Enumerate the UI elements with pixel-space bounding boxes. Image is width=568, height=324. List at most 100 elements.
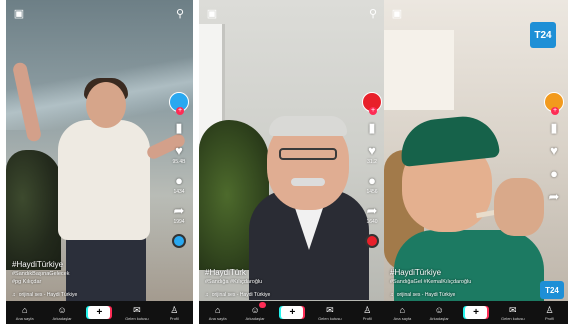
follow-plus-icon[interactable]: + xyxy=(551,107,559,115)
live-icon[interactable]: ▣ xyxy=(205,6,219,20)
video-panel-1[interactable]: ▣ ⚲ + ▮ ♥ 95.4B ● 1434 ➦ 1994 #HaydiTürkiye… xyxy=(6,0,193,324)
caption-line: #pg Kılıçdar xyxy=(12,279,42,285)
nav-label: Profil xyxy=(545,315,555,321)
bottom-nav: ⌂ Ana sayfa ☺ Arkadaşlar + ✉ Gelen kutusu ♙… xyxy=(199,301,386,324)
t24-logo: T24 xyxy=(530,22,556,48)
like-action[interactable]: ♥ 95.4B xyxy=(172,143,186,166)
nav-label: Ana sayfa xyxy=(15,315,34,321)
share-action[interactable]: ➦ xyxy=(549,190,560,204)
music-note-icon: ♫ xyxy=(12,292,16,298)
action-rail: + ▮ ♥ 95.4B ● 1434 ➦ 1994 xyxy=(169,92,189,248)
nav-inbox[interactable]: ✉ Gelen kutusu xyxy=(315,305,345,321)
creator-avatar[interactable]: + xyxy=(362,92,382,115)
caption-line: #SandıkBaşınaGelecek xyxy=(12,271,70,277)
video-panel-3[interactable]: ▣ T24 + ▮ ♥ ● ➦ #HaydiTürkiye #SandığaGe… xyxy=(384,0,568,324)
bottom-nav: ⌂ Ana sayfa ☺ Arkadaşlar + ✉ Gelen kutusu ♙… xyxy=(6,301,193,324)
create-plus-icon: + xyxy=(281,306,304,319)
nav-label: Profil xyxy=(169,315,179,321)
nav-home[interactable]: ⌂ Ana sayfa xyxy=(10,305,40,321)
music-note-icon: ♫ xyxy=(205,292,209,298)
sound-name: orijinal ses - Haydi Türkiye xyxy=(18,292,78,298)
sound-label[interactable]: ♫ orijinal ses - Haydi Türkiye xyxy=(205,292,270,298)
home-icon: ⌂ xyxy=(214,304,221,315)
nav-label: Ana sayfa xyxy=(393,315,412,321)
profile-icon: ♙ xyxy=(363,304,372,315)
caption-hashtag[interactable]: #HaydiTürk xyxy=(205,268,355,278)
bookmark-action[interactable]: ▮ xyxy=(550,121,557,135)
heart-icon: ♥ xyxy=(175,143,183,158)
bookmark-icon: ▮ xyxy=(368,120,376,135)
nav-profile[interactable]: ♙ Profil xyxy=(352,305,382,321)
comment-action[interactable]: ● 1456 xyxy=(366,173,378,196)
caption-hashtag[interactable]: #HaydiTürkiye xyxy=(12,260,162,270)
comment-action[interactable]: ● 1434 xyxy=(173,173,184,196)
comment-count: 1456 xyxy=(366,189,378,195)
profile-icon: ♙ xyxy=(545,304,554,315)
nav-home[interactable]: ⌂ Ana sayfa xyxy=(203,305,233,321)
music-note-icon: ♫ xyxy=(390,292,394,298)
notification-badge xyxy=(259,301,267,308)
share-icon: ➦ xyxy=(173,203,185,218)
sound-name: orijinal ses - Haydi Türkiye xyxy=(396,292,456,298)
bottom-nav: ⌂ Ana sayfa ☺ Arkadaşlar + ✉ Gelen kutusu ♙… xyxy=(384,301,568,324)
nav-label: Gelen kutusu xyxy=(125,315,149,321)
nav-profile[interactable]: ♙ Profil xyxy=(535,305,565,321)
friends-icon: ☺ xyxy=(57,304,67,315)
video-panel-2[interactable]: ▣ ⚲ + ▮ ♥ 31.2 ● 1456 ➦ 1640 #HaydiTürk #Sa… xyxy=(199,0,386,324)
nav-create[interactable]: + xyxy=(277,306,307,319)
search-icon[interactable]: ⚲ xyxy=(366,6,380,20)
creator-avatar[interactable]: + xyxy=(544,92,564,115)
sound-label[interactable]: ♫ orijinal ses - Haydi Türkiye xyxy=(12,292,77,298)
t24-watermark: T24 xyxy=(540,281,564,299)
comment-icon: ● xyxy=(368,173,376,188)
sound-name: orijinal ses - Haydi Türkiye xyxy=(211,292,271,298)
sound-label[interactable]: ♫ orijinal ses - Haydi Türkiye xyxy=(390,292,455,298)
nav-friends[interactable]: ☺ Arkadaşlar xyxy=(240,301,270,321)
comment-action[interactable]: ● xyxy=(550,167,558,181)
like-count: 95.4B xyxy=(172,159,186,165)
action-rail: + ▮ ♥ 31.2 ● 1456 ➦ 1640 xyxy=(362,92,382,248)
video-collage: ▣ ⚲ + ▮ ♥ 95.4B ● 1434 ➦ 1994 #HaydiTürkiye… xyxy=(6,0,568,324)
creator-avatar[interactable]: + xyxy=(169,92,189,115)
nav-profile[interactable]: ♙ Profil xyxy=(159,305,189,321)
like-action[interactable]: ♥ 31.2 xyxy=(367,144,377,166)
search-icon[interactable]: ⚲ xyxy=(173,6,187,20)
bookmark-icon: ▮ xyxy=(550,120,558,135)
nav-inbox[interactable]: ✉ Gelen kutusu xyxy=(498,305,528,321)
share-icon: ➦ xyxy=(548,189,560,204)
bookmark-icon: ▮ xyxy=(175,120,183,135)
follow-plus-icon[interactable]: + xyxy=(176,107,184,115)
live-icon[interactable]: ▣ xyxy=(12,6,26,20)
live-icon[interactable]: ▣ xyxy=(390,6,404,20)
inbox-icon: ✉ xyxy=(133,304,141,315)
video-frame-speaker xyxy=(199,0,386,301)
bookmark-action[interactable]: ▮ xyxy=(368,121,375,135)
like-action[interactable]: ♥ xyxy=(550,144,558,158)
nav-label: Arkadaşlar xyxy=(245,315,265,321)
sound-disc[interactable] xyxy=(172,234,186,248)
comment-icon: ● xyxy=(175,173,183,188)
caption-line: #SandığaGel #KemalKılıçdaroğlu xyxy=(390,279,472,285)
video-caption: #HaydiTürkiye #SandığaGel #KemalKılıçdar… xyxy=(390,268,540,286)
nav-create[interactable]: + xyxy=(84,306,114,319)
bookmark-action[interactable]: ▮ xyxy=(175,121,182,135)
nav-inbox[interactable]: ✉ Gelen kutusu xyxy=(122,305,152,321)
share-action[interactable]: ➦ 1994 xyxy=(173,203,185,226)
heart-icon: ♥ xyxy=(550,143,558,158)
nav-friends[interactable]: ☺ Arkadaşlar xyxy=(47,305,77,321)
nav-friends[interactable]: ☺ Arkadaşlar xyxy=(424,305,454,321)
profile-icon: ♙ xyxy=(170,304,179,315)
sound-disc[interactable] xyxy=(365,234,379,248)
nav-label: Gelen kutusu xyxy=(318,315,342,321)
follow-plus-icon[interactable]: + xyxy=(369,107,377,115)
share-action[interactable]: ➦ 1640 xyxy=(366,204,377,226)
home-icon: ⌂ xyxy=(399,304,406,315)
nav-label: Ana sayfa xyxy=(208,315,227,321)
caption-hashtag[interactable]: #HaydiTürkiye xyxy=(390,268,540,278)
nav-label: Arkadaşlar xyxy=(429,315,449,321)
nav-create[interactable]: + xyxy=(461,306,491,319)
inbox-icon: ✉ xyxy=(326,304,334,315)
create-plus-icon: + xyxy=(88,306,111,319)
create-plus-icon: + xyxy=(464,306,487,319)
nav-home[interactable]: ⌂ Ana sayfa xyxy=(387,305,417,321)
